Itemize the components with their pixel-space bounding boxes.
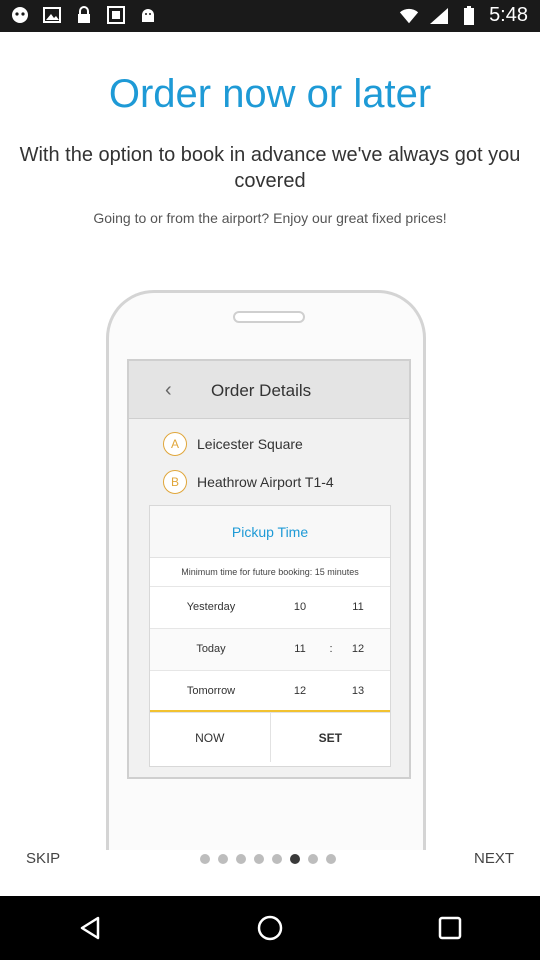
picker-row: Tomorrow 12 13 — [150, 670, 390, 712]
marker-a-icon: A — [163, 432, 187, 456]
picker-buttons: NOW SET — [150, 712, 390, 762]
status-bar: 5:48 — [0, 0, 540, 32]
picker-day: Today — [196, 643, 226, 655]
pickup-location: A Leicester Square — [163, 431, 303, 457]
picker-now-label: NOW — [150, 713, 271, 762]
picker-hour: 10 — [293, 601, 307, 613]
page-title: Order now or later — [108, 72, 432, 116]
marker-b-icon: B — [163, 470, 187, 494]
skip-button[interactable]: SKIP — [26, 850, 60, 867]
page-indicator — [200, 854, 336, 864]
picker-set-label: SET — [318, 731, 342, 745]
back-icon[interactable] — [60, 903, 120, 953]
order-details-bar: ‹ Order Details — [129, 361, 409, 419]
dropoff-location: B Heathrow Airport T1-4 — [163, 469, 334, 495]
page-dot — [308, 854, 318, 864]
pickup-location-name: Leicester Square — [197, 436, 303, 452]
picker-note: Minimum time for future booking: 15 minu… — [181, 567, 359, 577]
onboarding-page: Order now or later With the option to bo… — [0, 32, 540, 896]
phone-screen: ‹ Order Details A Leicester Square B Hea… — [127, 359, 411, 779]
page-tagline: Going to or from the airport? Enjoy our … — [93, 210, 447, 226]
game-app-icon — [10, 5, 30, 25]
picker-minute: 11 — [352, 601, 364, 613]
picker-hour: 12 — [293, 685, 307, 697]
page-dot — [236, 854, 246, 864]
page-dot — [272, 854, 282, 864]
page-dot-active — [290, 854, 300, 864]
battery-icon — [459, 5, 479, 26]
picker-row-selected: Today 11 : 12 — [150, 628, 390, 670]
phone-illustration: ‹ Order Details A Leicester Square B Hea… — [106, 290, 426, 850]
picker-day: Tomorrow — [186, 685, 236, 697]
lock-icon — [74, 5, 94, 25]
next-button[interactable]: NEXT — [474, 850, 514, 867]
pickup-time-picker: Pickup Time Minimum time for future book… — [149, 505, 391, 767]
picker-separator: : — [329, 643, 333, 655]
page-dot — [254, 854, 264, 864]
android-debug-icon — [138, 5, 158, 25]
page-subtitle: With the option to book in advance we've… — [19, 144, 521, 192]
page-dot — [218, 854, 228, 864]
system-nav-bar — [0, 896, 540, 960]
order-details-title: Order Details — [211, 381, 312, 400]
page-dot — [200, 854, 210, 864]
picker-day: Yesterday — [186, 601, 236, 613]
phone-speaker — [233, 311, 305, 323]
recents-icon[interactable] — [420, 903, 480, 953]
home-icon[interactable] — [240, 903, 300, 953]
picker-minute: 13 — [351, 685, 365, 697]
dropoff-location-name: Heathrow Airport T1-4 — [197, 474, 334, 490]
wifi-icon — [399, 6, 419, 26]
back-chevron-icon: ‹ — [165, 379, 172, 401]
page-dot — [326, 854, 336, 864]
picker-row: Yesterday 10 11 — [150, 586, 390, 628]
status-time: 5:48 — [489, 4, 528, 26]
picker-minute: 12 — [351, 643, 365, 655]
picker-hour: 11 — [294, 643, 306, 655]
gallery-icon — [106, 5, 126, 25]
cellular-signal-icon — [429, 6, 449, 26]
picker-title: Pickup Time — [150, 506, 390, 558]
image-icon — [42, 5, 62, 25]
